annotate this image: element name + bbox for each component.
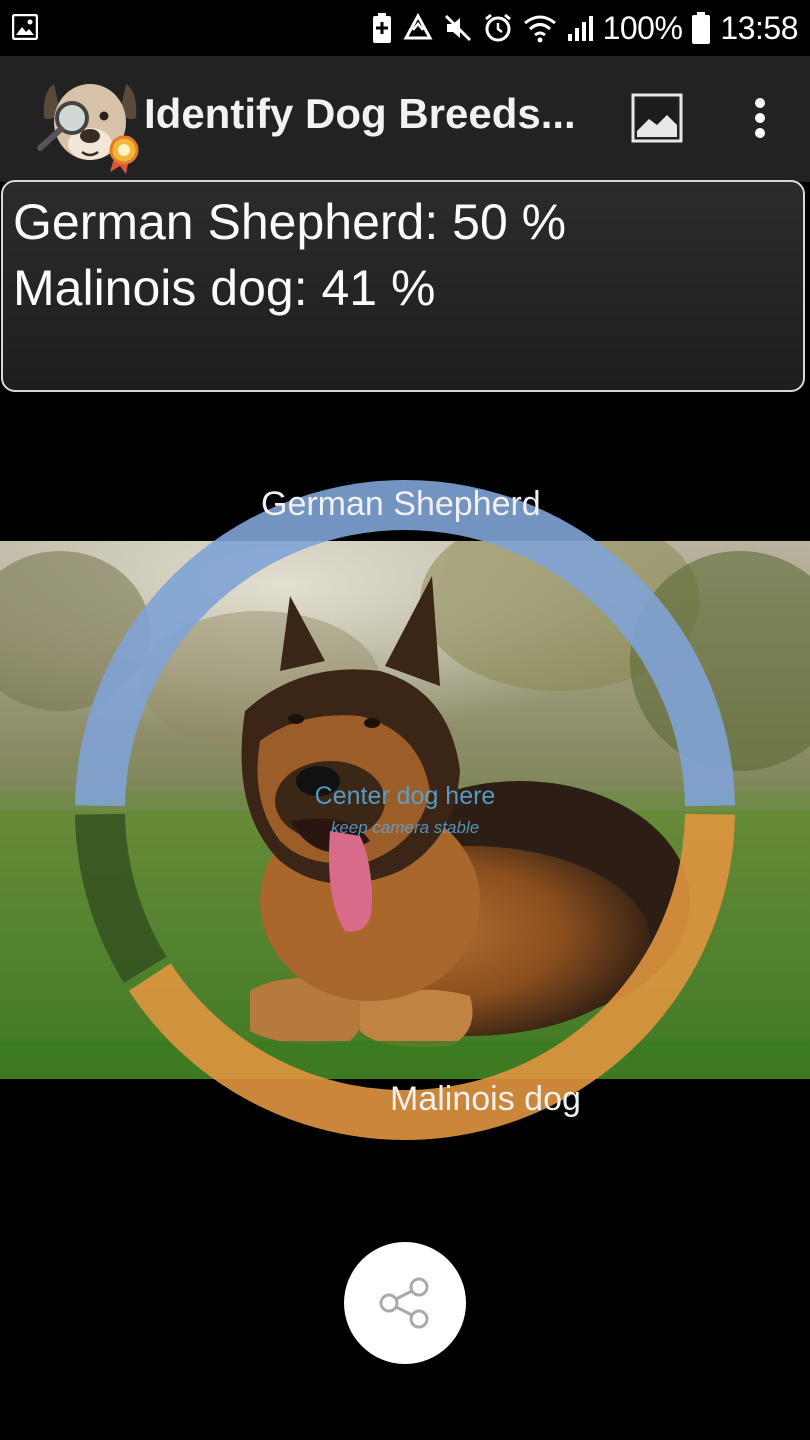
result-line-1: German Shepherd: 50 %	[13, 194, 567, 250]
mute-icon	[444, 14, 471, 42]
ring-label-top: German Shepherd	[261, 485, 541, 523]
battery-percent: 100%	[602, 10, 683, 46]
image-notification-icon	[12, 14, 38, 40]
share-icon	[379, 1277, 429, 1329]
more-options-button[interactable]	[738, 88, 782, 148]
ring-label-bottom: Malinois dog	[390, 1080, 581, 1118]
gallery-button[interactable]	[628, 90, 686, 146]
center-dog-hint: Center dog here	[314, 782, 496, 810]
dog-detective-icon	[37, 84, 139, 174]
camera-stable-hint: keep camera stable	[330, 818, 480, 837]
battery-saver-icon	[372, 13, 391, 43]
app-toolbar: Identify Dog Breeds...	[0, 56, 810, 182]
app-screen: 100% 13:58 Identify Dog Breeds... German…	[0, 0, 810, 1440]
image-gallery-icon	[631, 93, 683, 143]
status-icons: 100% 13:58	[371, 8, 798, 48]
results-panel: German Shepherd: 50 % Malinois dog: 41 %	[1, 180, 805, 392]
result-line-2: Malinois dog: 41 %	[13, 260, 436, 316]
more-vert-icon	[755, 98, 765, 138]
battery-icon	[692, 12, 711, 44]
app-title: Identify Dog Breeds...	[144, 90, 576, 137]
alarm-icon	[484, 13, 511, 42]
share-button[interactable]	[344, 1242, 466, 1364]
wifi-icon	[523, 15, 556, 43]
clock-time: 13:58	[720, 10, 798, 46]
recycle-icon	[403, 13, 433, 40]
status-bar: 100% 13:58	[0, 0, 810, 56]
signal-icon	[567, 16, 593, 41]
